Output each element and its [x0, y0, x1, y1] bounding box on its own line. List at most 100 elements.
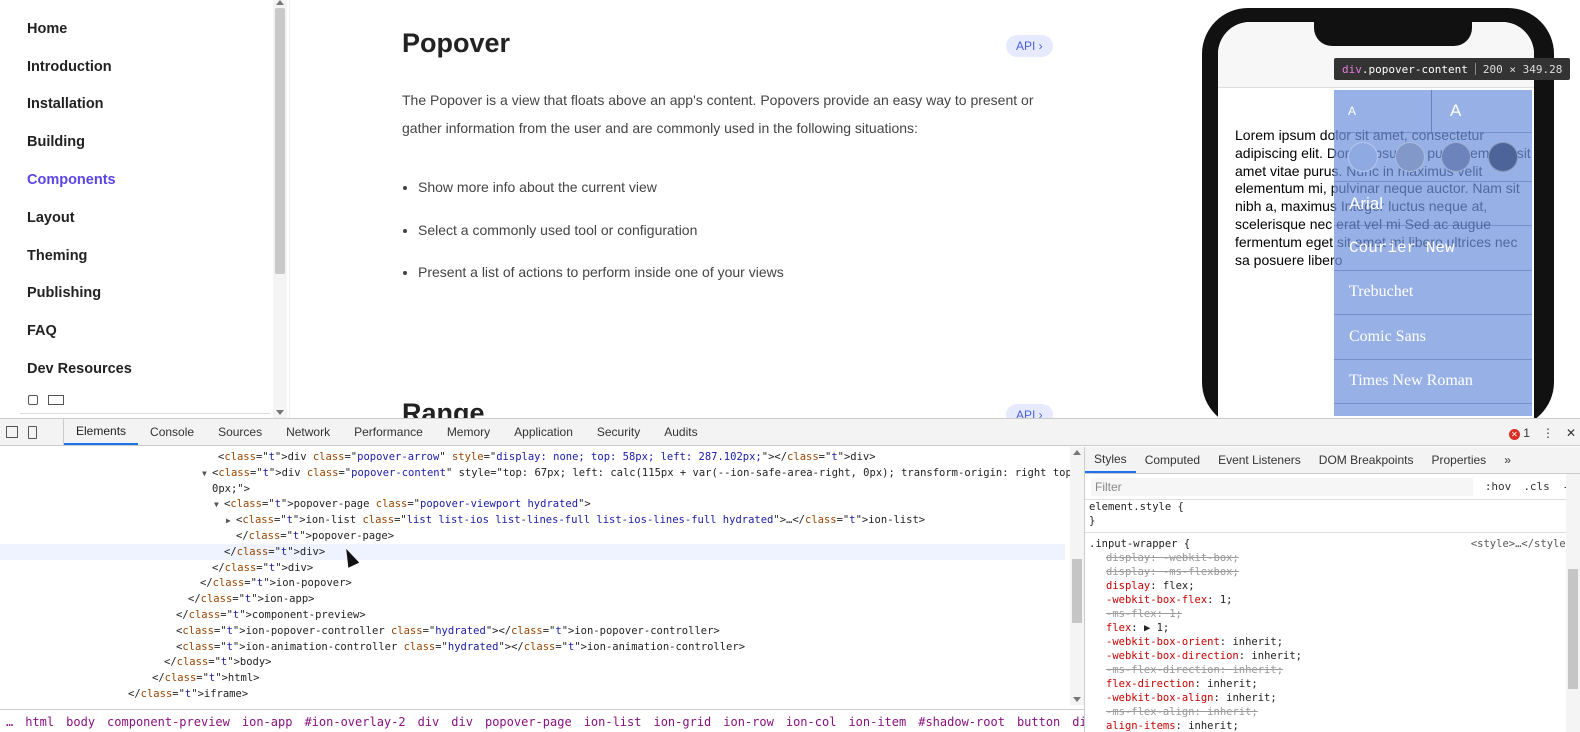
styles-tab-event-listeners[interactable]: Event Listeners [1209, 447, 1310, 473]
tab-console[interactable]: Console [138, 419, 206, 445]
styles-tab-properties[interactable]: Properties [1422, 447, 1495, 473]
styles-tab-styles[interactable]: Styles [1085, 447, 1136, 473]
tab-security[interactable]: Security [585, 419, 652, 445]
tab-network[interactable]: Network [274, 419, 342, 445]
toggle-device-icon[interactable] [28, 425, 37, 439]
dom-node-line[interactable]: ▼ <class="t">div class="popover-content" … [0, 465, 1070, 482]
css-declaration[interactable]: flex: ▶ 1; [1085, 621, 1580, 635]
dom-node-line[interactable]: 0px;"> [0, 481, 1065, 497]
sidebar-item-components[interactable]: Components [0, 161, 289, 199]
styles-filter-input[interactable]: Filter [1091, 477, 1473, 496]
font-size-small-button[interactable]: A [1334, 90, 1432, 132]
elements-scrollbar[interactable] [1070, 447, 1084, 705]
dom-node-line[interactable]: <class="t">ion-popover-controller class=… [0, 623, 1065, 639]
breadcrumb-item[interactable]: #ion-overlay-2 [298, 715, 411, 729]
dom-node-line[interactable]: </class="t">div> [0, 543, 1065, 560]
breadcrumb-item[interactable]: div [1066, 715, 1084, 729]
css-declaration[interactable]: display: -webkit-box; [1085, 551, 1580, 565]
breadcrumb-item[interactable]: body [60, 715, 101, 729]
dom-node-line[interactable]: <class="t">div class="popover-arrow" sty… [0, 449, 1065, 465]
tab-audits[interactable]: Audits [652, 419, 709, 445]
css-declaration[interactable]: display: flex; [1085, 579, 1580, 593]
font-option-trebuchet[interactable]: Trebuchet [1334, 271, 1532, 316]
dom-node-line[interactable]: ▶ <class="t">ion-list class="list list-io… [0, 512, 1065, 528]
dom-node-line[interactable]: </class="t">component-preview> [0, 607, 1065, 623]
font-option-courier-new[interactable]: Courier New [1334, 226, 1532, 271]
sidebar-item-dev-resources[interactable]: Dev Resources [0, 350, 289, 388]
scroll-up-arrow-icon[interactable] [1073, 450, 1081, 455]
styles-tab-more[interactable]: » [1495, 447, 1520, 473]
tab-application[interactable]: Application [502, 419, 585, 445]
breadcrumb-item[interactable]: html [19, 715, 60, 729]
sidebar-item-publishing[interactable]: Publishing [0, 275, 289, 313]
tab-elements[interactable]: Elements [64, 419, 139, 445]
css-declaration[interactable]: flex-direction: inherit; [1085, 677, 1580, 691]
dom-node-line[interactable]: </class="t">div> [0, 560, 1065, 576]
sidebar-scrollbar-thumb[interactable] [275, 8, 285, 274]
breadcrumb-item[interactable]: ion-row [717, 715, 780, 729]
next-api-link-button[interactable]: API › [1006, 404, 1053, 418]
dom-node-line[interactable]: </class="t">popover-page> [0, 528, 1065, 544]
css-declaration[interactable]: -ms-flex: 1; [1085, 607, 1580, 621]
dom-node-line[interactable]: </class="t">ion-popover> [0, 575, 1065, 591]
dom-node-line[interactable]: ▼ <class="t">popover-page class="popover-… [0, 496, 1065, 512]
sidebar-item-home[interactable]: Home [0, 10, 289, 48]
close-devtools-icon[interactable]: ✕ [1566, 426, 1576, 440]
breadcrumb-item[interactable]: button [1011, 715, 1066, 729]
css-declaration[interactable]: -webkit-box-direction: inherit; [1085, 649, 1580, 663]
breadcrumb-item[interactable]: #shadow-root [912, 715, 1011, 729]
scroll-down-arrow-icon[interactable] [276, 410, 284, 415]
expand-toggle-icon[interactable]: ▼ [214, 497, 224, 513]
dom-node-line[interactable]: </class="t">html> [0, 670, 1065, 686]
class-toggle[interactable]: .cls [1517, 480, 1556, 493]
error-indicator[interactable]: ✕ 1 [1508, 426, 1530, 440]
expand-toggle-icon[interactable]: ▼ [202, 466, 212, 482]
device-toolbar-icon[interactable] [48, 395, 64, 405]
hover-state-toggle[interactable]: :hov [1479, 480, 1518, 493]
font-option-comic-sans[interactable]: Comic Sans [1334, 315, 1532, 360]
css-declaration[interactable]: -webkit-box-align: inherit; [1085, 691, 1580, 705]
color-swatch-2[interactable] [1394, 142, 1425, 172]
scroll-down-arrow-icon[interactable] [1073, 697, 1081, 702]
color-swatch-3[interactable] [1441, 142, 1472, 172]
sidebar-item-introduction[interactable]: Introduction [0, 48, 289, 86]
breadcrumb-item[interactable]: ion-list [578, 715, 648, 729]
font-option-times-new-roman[interactable]: Times New Roman [1334, 360, 1532, 404]
styles-tab-computed[interactable]: Computed [1136, 447, 1209, 473]
expand-toggle-icon[interactable]: ▶ [226, 513, 236, 529]
select-element-icon[interactable] [6, 426, 18, 438]
breadcrumb-item[interactable]: popover-page [479, 715, 578, 729]
breadcrumb-item[interactable]: ion-item [842, 715, 912, 729]
tab-memory[interactable]: Memory [435, 419, 502, 445]
color-swatch-1[interactable] [1348, 142, 1379, 172]
rule-source-link[interactable]: <style>…</style> [1471, 537, 1572, 551]
breadcrumb-item[interactable]: div [412, 715, 446, 729]
styles-scrollbar-thumb[interactable] [1568, 569, 1578, 689]
styles-tab-dom-breakpoints[interactable]: DOM Breakpoints [1310, 447, 1423, 473]
breadcrumb-item[interactable]: ion-grid [647, 715, 717, 729]
breadcrumb-item[interactable]: ion-app [236, 715, 299, 729]
elements-scrollbar-thumb[interactable] [1072, 559, 1082, 623]
sidebar-item-building[interactable]: Building [0, 123, 289, 161]
breadcrumb-item[interactable]: component-preview [101, 715, 236, 729]
rule-selector[interactable]: .input-wrapper { [1089, 538, 1190, 550]
more-options-icon[interactable]: ⋮ [1542, 426, 1554, 440]
api-link-button[interactable]: API › [1006, 35, 1053, 57]
sidebar-item-installation[interactable]: Installation [0, 86, 289, 124]
styles-scrollbar[interactable] [1566, 474, 1580, 732]
sidebar-item-faq[interactable]: FAQ [0, 312, 289, 350]
scroll-up-arrow-icon[interactable] [276, 0, 284, 5]
css-declaration[interactable]: -webkit-box-orient: inherit; [1085, 635, 1580, 649]
tab-performance[interactable]: Performance [342, 419, 435, 445]
css-declaration[interactable]: align-items: inherit; [1085, 719, 1580, 732]
breadcrumb-item[interactable]: div [445, 715, 479, 729]
color-swatch-4[interactable] [1487, 142, 1518, 172]
sidebar-scrollbar[interactable] [273, 0, 287, 418]
inspect-icon[interactable] [28, 395, 38, 405]
css-declaration[interactable]: display: -ms-flexbox; [1085, 565, 1580, 579]
sidebar-item-theming[interactable]: Theming [0, 237, 289, 275]
font-option-arial[interactable]: Arial [1334, 182, 1532, 227]
breadcrumb-item[interactable]: ion-col [780, 715, 843, 729]
breadcrumb-item[interactable]: … [0, 715, 19, 729]
font-size-large-button[interactable]: A [1432, 90, 1532, 132]
